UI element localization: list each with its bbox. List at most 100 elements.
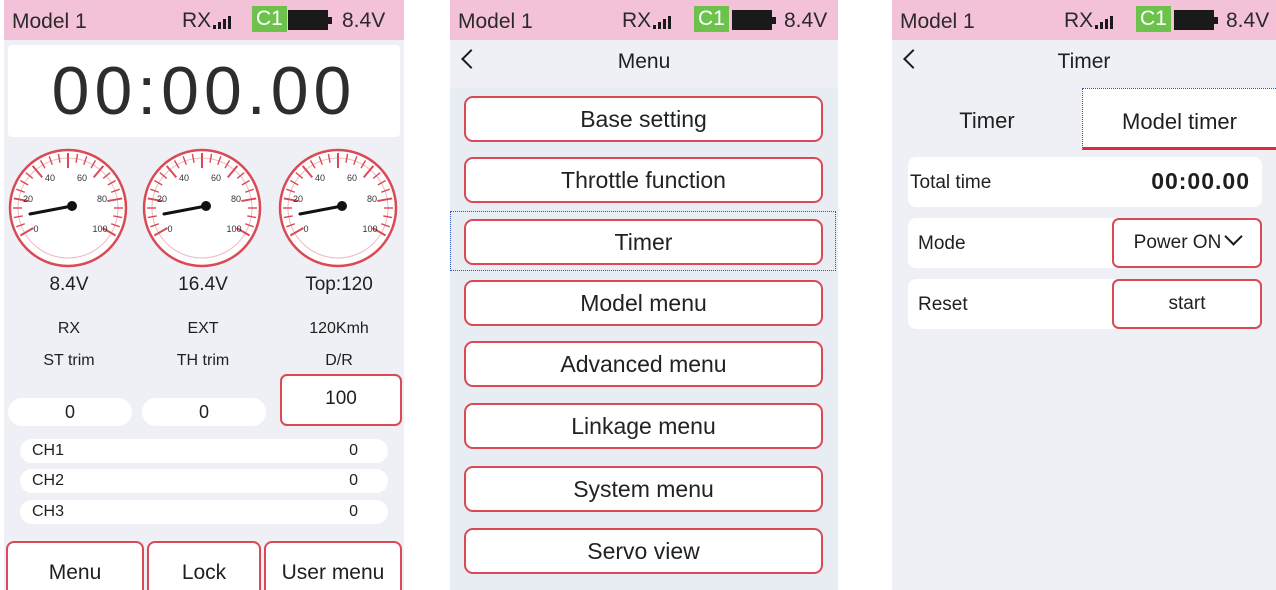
gauge-scale-label: 0	[33, 224, 38, 234]
gauge-scale-label: 20	[157, 194, 167, 204]
top-speed-reading: Top:120	[305, 274, 373, 295]
chevron-down-icon	[1224, 227, 1244, 246]
battery-full-icon	[288, 10, 332, 30]
gauge-scale-label: 40	[45, 173, 55, 183]
main-timer: 00:00.00	[8, 45, 400, 137]
gauge-hub	[67, 201, 77, 211]
ext-label: EXT	[187, 320, 219, 337]
rx-label: RX	[1064, 9, 1094, 32]
gauge-scale-label: 0	[167, 224, 172, 234]
gauge-scale-label: 80	[231, 194, 241, 204]
channel-name: CH3	[32, 503, 65, 520]
rx-label: RX	[622, 9, 652, 32]
gauge-scale-label: 60	[77, 173, 87, 183]
signal-bars-icon	[213, 15, 232, 29]
gauge-scale-label: 80	[97, 194, 107, 204]
rx-indicator: RX	[1064, 9, 1114, 33]
total-time-value: 00:00.00	[1151, 168, 1250, 194]
battery-full-icon	[732, 10, 776, 30]
rx-label: RX	[182, 9, 212, 32]
ext-voltage-gauge: 20 40 60 80 100 0	[142, 148, 262, 268]
menu-item-model-menu[interactable]: Model menu	[464, 280, 823, 326]
mode-dropdown[interactable]: Power ON	[1112, 218, 1262, 268]
rx-voltage-gauge: 20 40 60 80 100 0	[8, 148, 128, 268]
tab-timer[interactable]: Timer	[892, 88, 1082, 150]
menu-list: Base setting Throttle function Timer Mod…	[450, 88, 838, 590]
dr-label: D/R	[325, 352, 353, 369]
channel-name: CH1	[32, 442, 65, 459]
rx-voltage-reading: 8.4V	[49, 274, 89, 295]
battery-voltage: 8.4V	[1226, 9, 1270, 32]
gauge-scale-label: 100	[92, 224, 107, 234]
model-name: Model 1	[458, 10, 533, 33]
channel-badge: C1	[252, 6, 287, 32]
timer-screen: Model 1 RX C1 8.4V Timer Timer Model tim…	[892, 0, 1276, 590]
model-name: Model 1	[900, 10, 975, 33]
channel-value: 0	[349, 503, 358, 520]
channel-row: CH1 0	[20, 439, 388, 463]
menu-item-advanced-menu[interactable]: Advanced menu	[464, 341, 823, 387]
th-trim-label: TH trim	[176, 352, 230, 369]
channel-badge: C1	[694, 6, 729, 32]
mode-label: Mode	[918, 233, 966, 254]
menu-item-timer[interactable]: Timer	[464, 219, 823, 265]
dr-value[interactable]: 100	[280, 374, 402, 426]
ext-voltage-reading: 16.4V	[178, 274, 228, 295]
reset-label: Reset	[918, 294, 968, 315]
gauge-scale-label: 40	[179, 173, 189, 183]
gauge-scale-label: 80	[367, 194, 377, 204]
channel-badge: C1	[1136, 6, 1171, 32]
menu-item-base-setting[interactable]: Base setting	[464, 96, 823, 142]
battery-voltage: 8.4V	[784, 9, 828, 32]
channel-row: CH2 0	[20, 469, 388, 493]
gauge-scale-label: 60	[211, 173, 221, 183]
start-button[interactable]: start	[1112, 279, 1262, 329]
speed-gauge: 20 40 60 80 100 0	[278, 148, 398, 268]
battery-voltage: 8.4V	[342, 9, 386, 32]
mode-row: Mode Power ON	[908, 218, 1262, 268]
gauge-scale-label: 0	[303, 224, 308, 234]
lock-button[interactable]: Lock	[147, 541, 261, 590]
rx-indicator: RX	[622, 9, 672, 33]
rx-indicator: RX	[182, 9, 232, 33]
channel-value: 0	[349, 472, 358, 489]
total-time-row: Total time 00:00.00	[908, 157, 1262, 207]
channel-row: CH3 0	[20, 500, 388, 524]
menu-screen: Model 1 RX C1 8.4V Menu Base setting Thr…	[450, 0, 838, 590]
gauge-scale-label: 20	[23, 194, 33, 204]
menu-item-throttle-function[interactable]: Throttle function	[464, 157, 823, 203]
channel-name: CH2	[32, 472, 65, 489]
channel-value: 0	[349, 442, 358, 459]
total-time-label: Total time	[910, 172, 992, 193]
mode-value: Power ON	[1133, 232, 1222, 253]
status-bar: Model 1 RX C1 8.4V	[450, 0, 838, 40]
model-name: Model 1	[12, 10, 87, 33]
signal-bars-icon	[653, 15, 672, 29]
rx-label: RX	[57, 320, 81, 337]
menu-item-servo-view[interactable]: Servo view	[464, 528, 823, 574]
st-trim-label: ST trim	[43, 352, 95, 369]
page-title: Timer	[1057, 50, 1111, 73]
page-title: Menu	[617, 50, 671, 73]
gauge-hub	[337, 201, 347, 211]
menu-button[interactable]: Menu	[6, 541, 144, 590]
user-menu-button[interactable]: User menu	[264, 541, 402, 590]
gauge-scale-label: 100	[362, 224, 377, 234]
st-trim-value[interactable]: 0	[8, 398, 132, 426]
tab-model-timer[interactable]: Model timer	[1082, 88, 1276, 150]
th-trim-value[interactable]: 0	[142, 398, 266, 426]
speed-unit-label: 120Kmh	[309, 320, 369, 337]
battery-full-icon	[1174, 10, 1218, 30]
status-bar: Model 1 RX C1 8.4V	[4, 0, 404, 40]
gauge-scale-label: 60	[347, 173, 357, 183]
reset-row: Reset start	[908, 279, 1262, 329]
status-bar: Model 1 RX C1 8.4V	[892, 0, 1276, 40]
menu-item-linkage-menu[interactable]: Linkage menu	[464, 403, 823, 449]
gauge-hub	[201, 201, 211, 211]
gauge-scale-label: 100	[226, 224, 241, 234]
signal-bars-icon	[1095, 15, 1114, 29]
gauge-scale-label: 40	[315, 173, 325, 183]
gauge-scale-label: 20	[293, 194, 303, 204]
home-screen: Model 1 RX C1 8.4V 00:00.00 20 40 60 80 100 0…	[4, 0, 404, 590]
menu-item-system-menu[interactable]: System menu	[464, 466, 823, 512]
